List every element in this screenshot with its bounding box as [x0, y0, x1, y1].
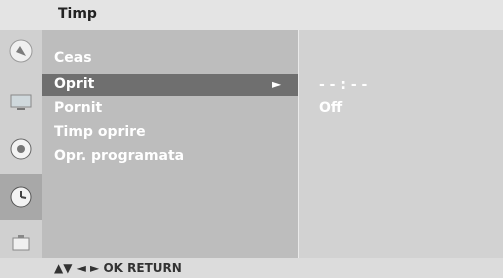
menu-title: Timp [58, 6, 97, 22]
navigation-hint: ▲▼ ◄ ► OK RETURN [54, 261, 182, 275]
sidebar-item-audio[interactable] [0, 126, 42, 172]
screen-icon [10, 94, 32, 110]
menu-item-label: Ceas [54, 50, 92, 66]
sidebar-item-screen[interactable] [0, 78, 42, 124]
menu-item-label: Timp oprire [54, 124, 146, 140]
toolbox-icon [12, 235, 30, 251]
submenu-arrow-icon: ► [272, 77, 282, 91]
menu-item-on-time[interactable]: Pornit [42, 98, 298, 120]
menu-item-label: Opr. programata [54, 148, 185, 164]
sidebar-item-time[interactable] [0, 174, 42, 220]
picture-icon [9, 39, 33, 63]
time-value[interactable]: - - : - - [319, 77, 367, 93]
category-sidebar [0, 30, 42, 258]
menu-item-sleep-time[interactable]: Timp oprire [42, 122, 298, 144]
submenu-panel: - - : - - Off [298, 30, 503, 258]
sidebar-item-picture[interactable] [0, 30, 42, 76]
menu-item-off-time[interactable]: Oprit ► [42, 74, 298, 96]
time-menu: Ceas Oprit ► Pornit Timp oprire Opr. pro… [42, 30, 298, 258]
footer-hints: ▲▼ ◄ ► OK RETURN [0, 258, 503, 278]
menu-item-clock[interactable]: Ceas [42, 48, 298, 70]
clock-icon [10, 186, 32, 208]
menu-item-label: Pornit [54, 100, 103, 116]
menu-item-auto-off[interactable]: Opr. programata [42, 146, 298, 168]
status-value[interactable]: Off [319, 100, 342, 116]
menu-item-label: Oprit [54, 76, 95, 92]
header-bar: Timp [0, 0, 503, 30]
speaker-icon [10, 138, 32, 160]
